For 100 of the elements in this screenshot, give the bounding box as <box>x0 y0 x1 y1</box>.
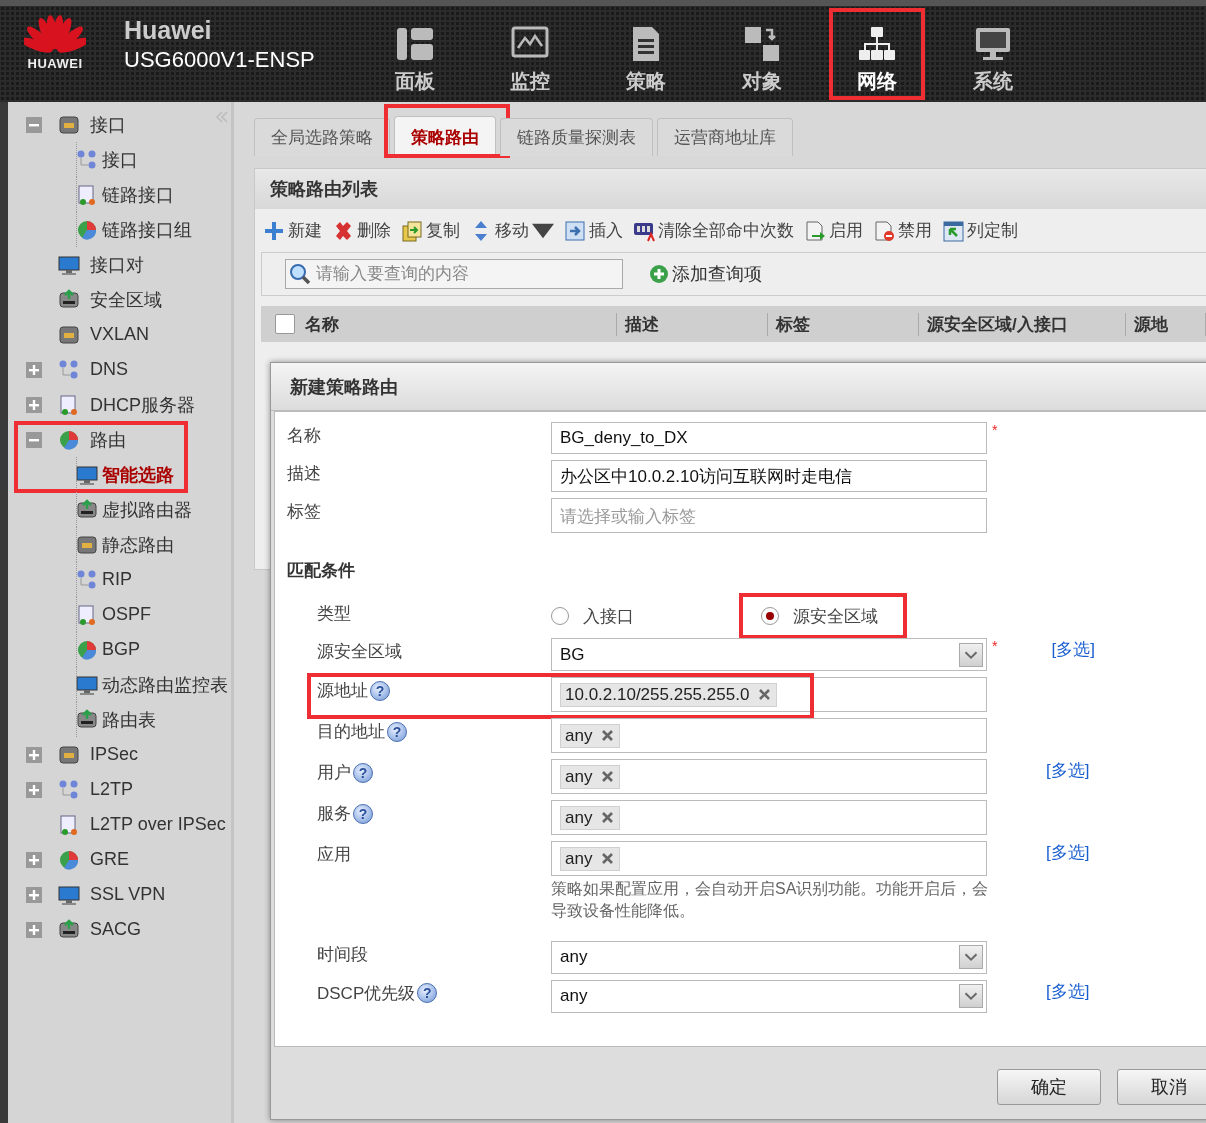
multi-select-link[interactable]: [多选] <box>1046 979 1090 1003</box>
select-all-checkbox[interactable] <box>275 314 295 334</box>
add-query-button[interactable]: 添加查询项 <box>643 261 768 287</box>
column-header[interactable]: 源安全区域/入接口 <box>919 312 1126 336</box>
toolbar-button[interactable]: 列定制 <box>942 219 1018 242</box>
toolbar-button[interactable]: 复制 <box>401 219 460 242</box>
multi-select-link[interactable]: [多选] <box>1046 759 1090 782</box>
tree-item[interactable]: DHCP服务器 <box>90 392 195 417</box>
tag-input-field[interactable]: any <box>551 718 987 753</box>
toolbar-button[interactable]: 新建 <box>263 219 322 242</box>
help-icon[interactable]: ? <box>370 680 390 701</box>
remove-icon[interactable] <box>602 771 614 782</box>
remove-icon[interactable] <box>759 689 771 700</box>
remove-icon[interactable] <box>602 853 614 864</box>
multi-select-link[interactable]: [多选] <box>1046 841 1090 864</box>
tree-item[interactable]: IPSec <box>90 744 139 765</box>
remove-icon[interactable] <box>602 730 614 741</box>
toolbar-button[interactable]: 清除全部命中次数 <box>633 219 794 242</box>
nav-item[interactable]: 面板 <box>357 6 473 102</box>
tag-input-field[interactable]: any <box>551 841 987 876</box>
chevron-down-icon[interactable] <box>959 945 983 970</box>
expand-toggle-icon[interactable] <box>26 921 42 938</box>
search-field[interactable]: 请输入要查询的内容 <box>285 259 623 289</box>
radio-option[interactable]: 入接口 <box>551 604 761 628</box>
tree-item[interactable]: DNS <box>90 359 128 380</box>
nav-item[interactable]: 系统 <box>934 6 1051 102</box>
tree-item[interactable]: 链路接口 <box>102 182 174 207</box>
toolbar-button[interactable]: 启用 <box>804 219 863 242</box>
nav-item[interactable]: 监控 <box>472 6 589 102</box>
column-header[interactable]: 名称 <box>297 312 617 336</box>
tree-item[interactable]: BGP <box>102 639 140 660</box>
collapse-toggle-icon[interactable] <box>26 431 42 448</box>
dialog-button[interactable]: 确定 <box>997 1069 1101 1105</box>
tree-item[interactable]: 安全区域 <box>90 287 162 312</box>
tag-input-field[interactable]: any <box>551 759 987 794</box>
tree-item[interactable]: VXLAN <box>90 324 150 345</box>
dropdown-field[interactable]: BG <box>551 638 987 671</box>
tree-item[interactable]: SACG <box>90 919 141 940</box>
text-field[interactable]: BG_deny_to_DX <box>551 422 987 454</box>
help-icon[interactable]: ? <box>353 762 373 783</box>
tab[interactable]: 策略路由 <box>394 116 496 156</box>
chevron-down-icon[interactable] <box>959 984 983 1009</box>
expand-toggle-icon[interactable] <box>26 361 42 378</box>
tree-item[interactable]: 链路接口组 <box>102 217 192 242</box>
help-icon[interactable]: ? <box>417 983 438 1004</box>
tree-item[interactable]: GRE <box>90 849 129 870</box>
remove-icon[interactable] <box>602 812 614 823</box>
tab[interactable]: 链路质量探测表 <box>500 118 653 156</box>
tab[interactable]: 全局选路策略 <box>254 118 390 156</box>
nav-item[interactable]: 策略 <box>588 6 704 102</box>
tree-item[interactable]: 静态路由 <box>102 532 174 557</box>
column-header[interactable]: 描述 <box>617 312 768 336</box>
dropdown-field[interactable]: any <box>551 979 987 1013</box>
radio-option[interactable]: 源安全区域 <box>761 604 971 628</box>
nav-item[interactable]: 网络 <box>819 6 935 102</box>
tree-item-icon <box>58 358 80 381</box>
tree-item[interactable]: 动态路由监控表 <box>102 672 228 697</box>
expand-toggle-icon[interactable] <box>26 781 42 798</box>
tag-chip: any <box>560 723 621 748</box>
dialog-button[interactable]: 取消 <box>1117 1069 1206 1105</box>
expand-toggle-icon[interactable] <box>26 746 42 763</box>
tree-item[interactable]: L2TP <box>90 779 134 800</box>
tree-item[interactable]: L2TP over IPSec <box>90 814 226 835</box>
tree-item[interactable]: SSL VPN <box>90 884 166 905</box>
tree-item[interactable]: RIP <box>102 569 132 590</box>
dropdown-field[interactable]: any <box>551 940 987 974</box>
tree-item[interactable]: 智能选路 <box>102 462 174 487</box>
plus-icon <box>263 219 285 242</box>
help-icon[interactable]: ? <box>353 803 373 824</box>
toolbar-button[interactable]: 禁用 <box>873 219 932 242</box>
tree-item-icon <box>58 778 80 801</box>
radio-button[interactable] <box>551 607 569 625</box>
column-header[interactable]: 源地 <box>1126 312 1206 336</box>
tree-item[interactable]: 路由表 <box>102 707 156 732</box>
tree-item-icon <box>58 848 80 871</box>
toolbar-button[interactable]: 删除 <box>332 219 391 242</box>
column-header[interactable]: 标签 <box>768 312 919 336</box>
collapse-toggle-icon[interactable] <box>26 116 42 133</box>
toolbar-button[interactable]: 移动 <box>470 219 554 242</box>
tree-item[interactable]: 接口对 <box>90 252 144 277</box>
help-icon[interactable]: ? <box>387 721 407 742</box>
tree-item[interactable]: 虚拟路由器 <box>102 497 192 522</box>
expand-toggle-icon[interactable] <box>26 851 42 868</box>
radio-button[interactable] <box>761 607 779 625</box>
tree-item[interactable]: 接口 <box>90 112 126 137</box>
toolbar-button[interactable]: 插入 <box>564 219 623 242</box>
tree-item[interactable]: OSPF <box>102 604 151 625</box>
tab[interactable]: 运营商地址库 <box>657 118 793 156</box>
tag-input-field[interactable]: any <box>551 800 987 835</box>
tree-item[interactable]: 接口 <box>102 147 138 172</box>
tree-item-icon <box>76 568 98 591</box>
expand-toggle-icon[interactable] <box>26 396 42 413</box>
chevron-down-icon[interactable] <box>959 642 983 667</box>
multi-select-link[interactable]: [多选] <box>1051 638 1095 661</box>
nav-item[interactable]: 对象 <box>703 6 820 102</box>
tree-item-icon <box>58 288 80 311</box>
tag-input-field[interactable]: 请选择或输入标签 <box>551 498 987 533</box>
tree-item[interactable]: 路由 <box>90 427 126 452</box>
expand-toggle-icon[interactable] <box>26 886 42 903</box>
text-field[interactable]: 办公区中10.0.2.10访问互联网时走电信 <box>551 460 987 492</box>
